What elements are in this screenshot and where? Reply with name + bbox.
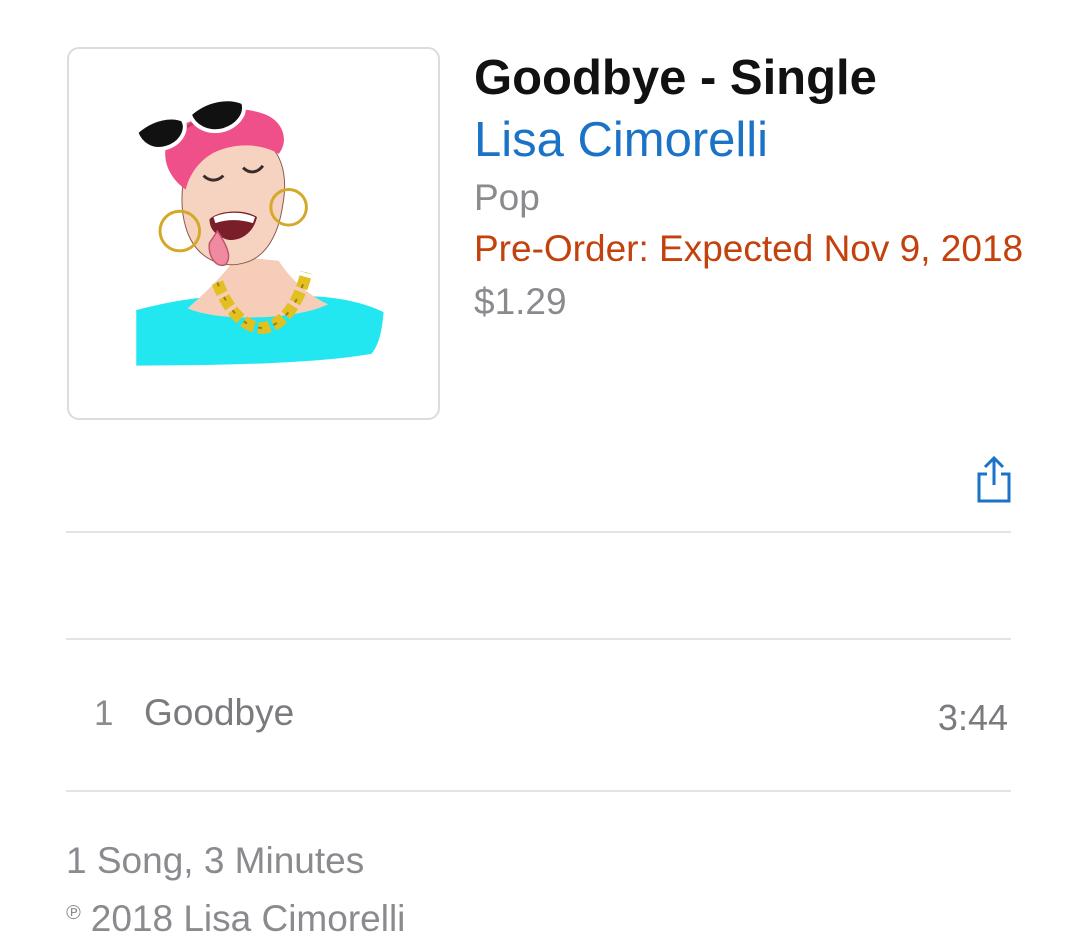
song-count-summary: 1 Song, 3 Minutes [66,840,365,881]
share-icon [977,455,1011,503]
divider [66,531,1011,533]
divider [66,790,1011,792]
preorder-status: Pre-Order: Expected Nov 9, 2018 [474,228,1024,269]
track-number: 1 [94,694,114,733]
track-duration: 3:44 [937,697,1008,738]
divider [66,638,1011,640]
track-row[interactable]: 1 Goodbye 3:44 [66,670,1011,760]
album-info: Goodbye - Single Lisa Cimorelli Pop Pre-… [474,50,1079,329]
price-label: $1.29 [474,281,567,322]
share-button[interactable] [972,455,1016,505]
genre-label: Pop [474,177,540,218]
track-title: Goodbye [144,692,295,733]
copyright-text: 2018 Lisa Cimorelli [90,898,406,939]
album-artwork[interactable] [67,47,440,420]
album-artwork-illustration [133,97,384,366]
album-title: Goodbye - Single [474,51,877,105]
artist-link[interactable]: Lisa Cimorelli [474,109,1079,171]
album-footer: 1 Song, 3 Minutes ℗ 2018 Lisa Cimorelli [66,835,405,945]
album-page: Goodbye - Single Lisa Cimorelli Pop Pre-… [0,0,1079,952]
phonographic-copyright-icon: ℗ [66,902,81,924]
copyright-line: ℗ 2018 Lisa Cimorelli [66,887,405,945]
